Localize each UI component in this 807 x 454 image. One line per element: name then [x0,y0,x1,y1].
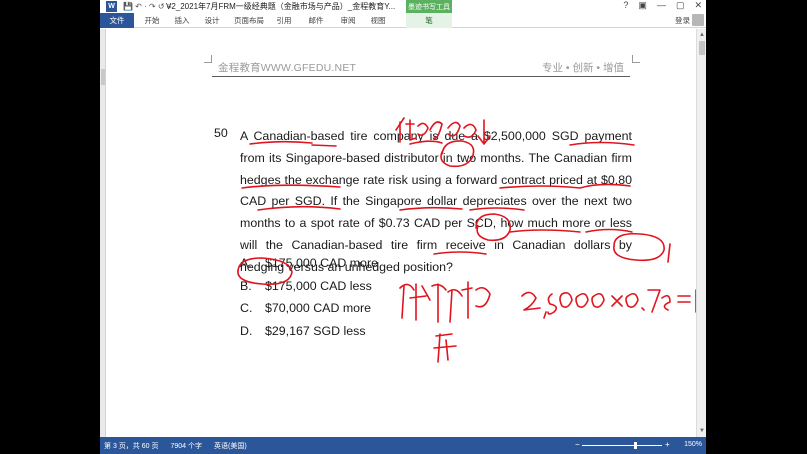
title-bar: W 💾 ↶ · ↷ ↺ ≡ V2_2021年7月FRM一级经典题（金融市场与产品… [100,0,706,13]
scrollbar-thumb[interactable] [699,41,705,55]
help-icon[interactable]: ? [623,0,628,11]
tab-mailings[interactable]: 邮件 [304,13,328,28]
ruler-margin-marker[interactable] [101,69,105,85]
maximize-icon[interactable]: ▢ [676,0,685,11]
tab-insert[interactable]: 插入 [170,13,194,28]
user-avatar[interactable] [692,14,704,26]
zoom-in-icon[interactable]: + [665,440,670,449]
window-controls: ? ▣ — ▢ ✕ [623,0,702,11]
choice-text: $175,000 CAD more [265,256,378,270]
word-count[interactable]: 7904 个字 [170,441,202,451]
ribbon-display-icon[interactable]: ▣ [638,0,647,11]
choice-label: A. [240,256,252,270]
choice-a[interactable]: A. $175,000 CAD more [240,256,378,279]
zoom-slider-thumb[interactable] [634,442,637,449]
page-count[interactable]: 第 3 页，共 60 页 [104,441,158,451]
word-app-icon: W [106,1,117,12]
tab-design[interactable]: 设计 [200,13,224,28]
tab-pen[interactable]: 笔 [406,13,452,28]
minimize-icon[interactable]: — [657,0,666,11]
login-link[interactable]: 登录 [675,15,690,26]
ink-tools-context-title: 墨迹书写工具 [406,0,452,13]
choice-label: D. [240,323,253,338]
window-title: V2_2021年7月FRM一级经典题（金融市场与产品）_金程教育Y... [166,2,396,11]
crop-mark [204,55,212,63]
choice-text: $175,000 CAD less [265,278,372,293]
tab-page-layout[interactable]: 页面布局 [232,13,266,28]
header-divider [212,76,630,77]
zoom-out-icon[interactable]: − [575,440,580,449]
close-icon[interactable]: ✕ [694,0,702,11]
answer-choices: A. $175,000 CAD more B. $175,000 CAD les… [240,256,378,346]
word-window: W 💾 ↶ · ↷ ↺ ≡ V2_2021年7月FRM一级经典题（金融市场与产品… [100,0,706,454]
tab-review[interactable]: 审阅 [336,13,360,28]
tab-references[interactable]: 引用 [272,13,296,28]
page-header-right: 专业 • 创新 • 增值 [542,62,625,74]
status-bar: 第 3 页，共 60 页 7904 个字 英语(美国) − + 150% [100,437,706,454]
quick-access-toolbar[interactable]: 💾 ↶ · ↷ ↺ ≡ [123,2,172,11]
choice-label: B. [240,278,252,293]
choice-label: C. [240,301,253,315]
ribbon-tabs: 文件 开始 插入 设计 页面布局 引用 邮件 审阅 视图 笔 登录 [100,13,706,28]
scroll-down-icon[interactable]: ▼ [698,427,706,435]
choice-b[interactable]: B. $175,000 CAD less [240,279,378,302]
crop-mark [632,55,640,63]
choice-text: $29,167 SGD less [265,323,366,338]
page-header-left: 金程教育WWW.GFEDU.NET [218,62,357,74]
zoom-slider[interactable] [582,445,662,446]
question-number: 50 [214,126,228,140]
zoom-level[interactable]: 150% [684,441,702,448]
choice-text: $70,000 CAD more [265,301,372,315]
choice-c[interactable]: C. $70,000 CAD more [240,301,378,324]
vertical-scrollbar[interactable]: ▲ ▼ [696,29,706,437]
scroll-up-icon[interactable]: ▲ [698,31,706,39]
tab-home[interactable]: 开始 [140,13,164,28]
language-indicator[interactable]: 英语(美国) [214,441,247,451]
choice-d[interactable]: D. $29,167 SGD less [240,324,378,347]
tab-view[interactable]: 视图 [366,13,390,28]
tab-file[interactable]: 文件 [100,13,134,28]
